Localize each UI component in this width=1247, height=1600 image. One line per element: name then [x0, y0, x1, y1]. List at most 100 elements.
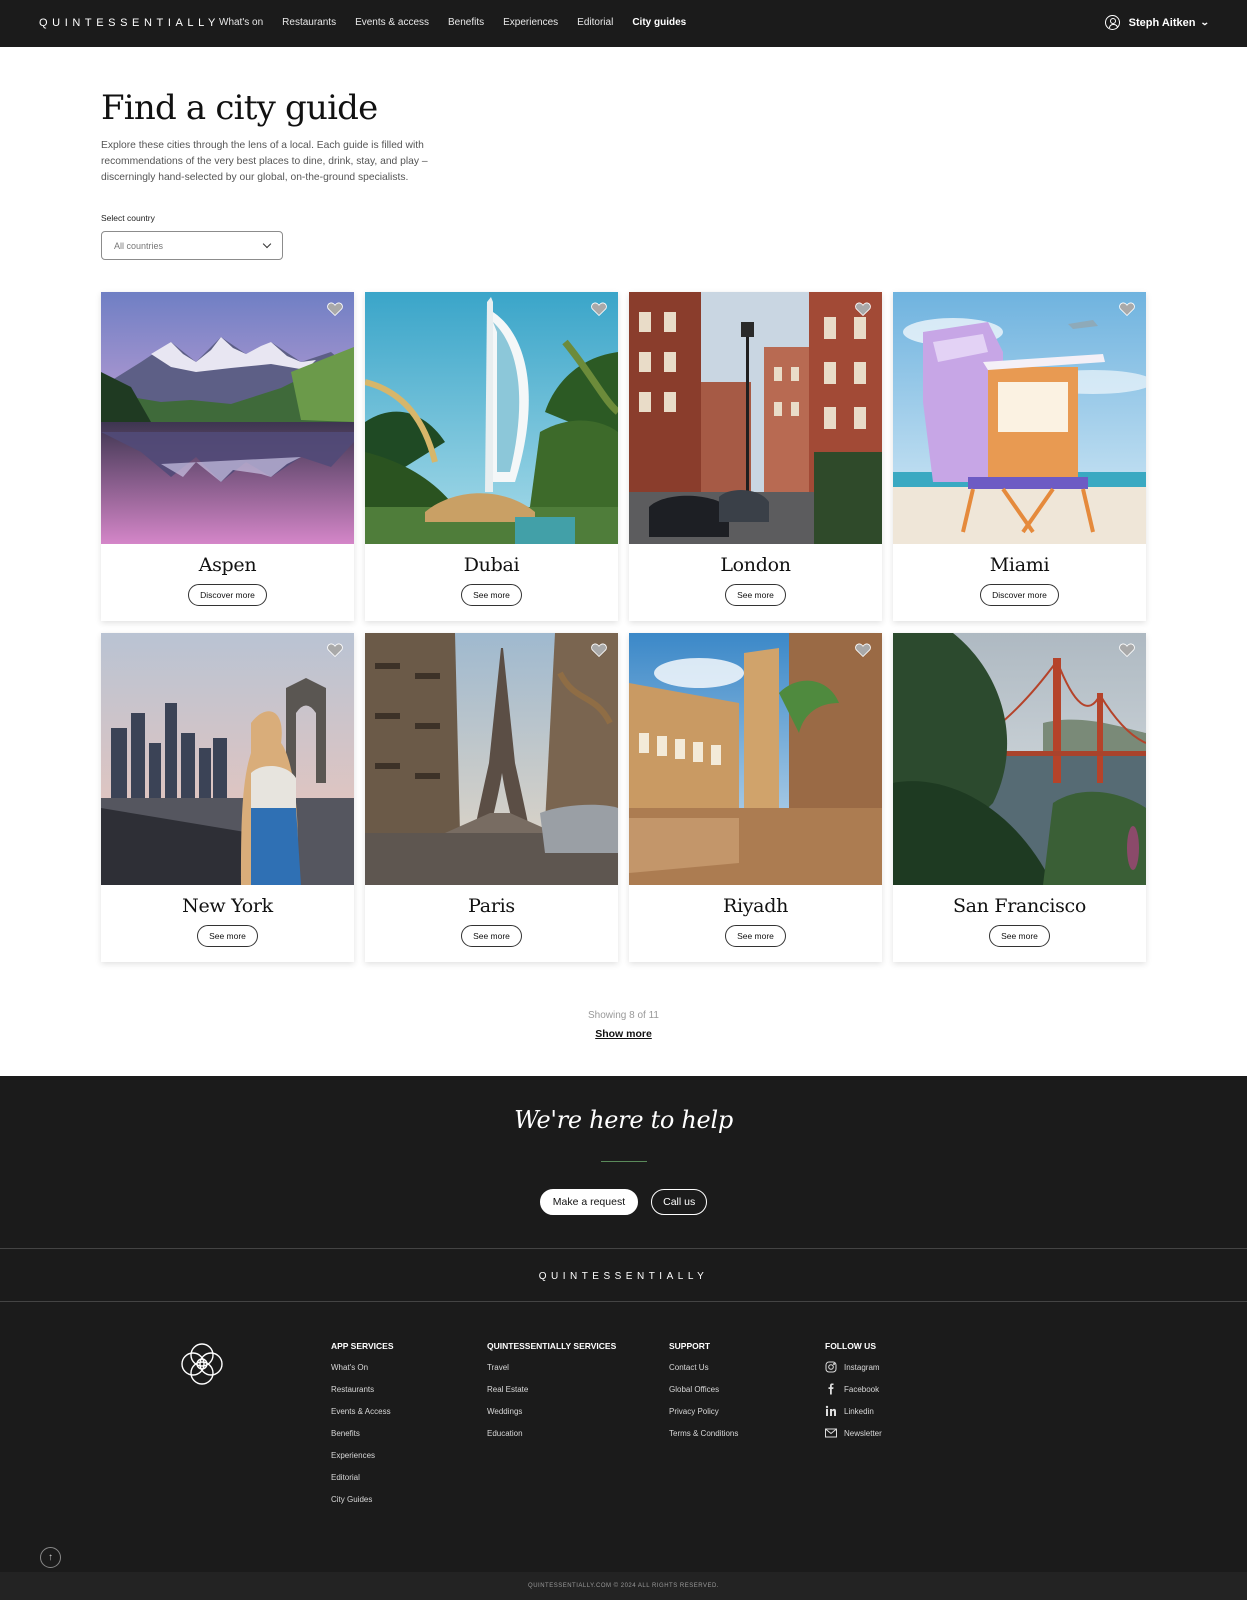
arrow-up-icon: ↑: [48, 1552, 53, 1563]
footer-link-facebook[interactable]: Facebook: [825, 1383, 882, 1407]
footer-heading: FOLLOW US: [825, 1341, 876, 1351]
city-image-aspen: [101, 292, 354, 544]
footer-link-instagram[interactable]: Instagram: [825, 1361, 882, 1385]
footer: QUINTESSENTIALLY APP SERVICES What's On …: [0, 1248, 1247, 1600]
user-menu[interactable]: Steph Aitken ⌄: [1104, 15, 1211, 30]
heart-icon[interactable]: [855, 643, 871, 657]
chevron-down-icon: [262, 239, 272, 249]
heart-icon[interactable]: [855, 302, 871, 316]
heart-icon[interactable]: [327, 643, 343, 657]
footer-link-editorial[interactable]: Editorial: [331, 1473, 394, 1495]
call-us-button[interactable]: Call us: [651, 1189, 708, 1215]
city-image-miami: [893, 292, 1146, 544]
city-image-riyadh: [629, 633, 882, 885]
city-image-san-francisco: [893, 633, 1146, 885]
nav-link-city-guides[interactable]: City guides: [632, 17, 686, 28]
footer-link-global-offices[interactable]: Global Offices: [669, 1385, 738, 1407]
city-name: Dubai: [463, 554, 520, 576]
city-card-san-francisco[interactable]: San Francisco See more: [893, 633, 1146, 962]
linkedin-icon: [825, 1405, 836, 1416]
country-select-label: Select country: [101, 213, 155, 223]
city-card-riyadh[interactable]: Riyadh See more: [629, 633, 882, 962]
footer-link-contact-us[interactable]: Contact Us: [669, 1363, 738, 1385]
footer-column-quintessentially-services: QUINTESSENTIALLY SERVICES Travel Real Es…: [487, 1341, 616, 1451]
see-more-button[interactable]: See more: [725, 925, 786, 947]
nav-link-whats-on[interactable]: What's on: [219, 17, 263, 28]
see-more-button[interactable]: See more: [725, 584, 786, 606]
country-select[interactable]: All countries: [101, 231, 283, 260]
city-name: Paris: [468, 895, 515, 917]
heart-icon[interactable]: [327, 302, 343, 316]
footer-link-city-guides[interactable]: City Guides: [331, 1495, 394, 1517]
city-image-new-york: [101, 633, 354, 885]
city-image-paris: [365, 633, 618, 885]
footer-link-newsletter[interactable]: Newsletter: [825, 1428, 882, 1451]
footer-heading: SUPPORT: [669, 1341, 711, 1351]
make-request-button[interactable]: Make a request: [539, 1189, 639, 1215]
city-card-paris[interactable]: Paris See more: [365, 633, 618, 962]
city-guide-grid: Aspen Discover more Dubai See more Londo…: [101, 292, 1146, 962]
city-card-new-york[interactable]: New York See more: [101, 633, 354, 962]
city-image-london: [629, 292, 882, 544]
nav-links: What's on Restaurants Events & access Be…: [219, 17, 705, 28]
page-intro: Explore these cities through the lens of…: [101, 140, 428, 183]
help-title: We're here to help: [514, 1106, 733, 1134]
pagination-count: Showing 8 of 11: [588, 1010, 659, 1021]
see-more-button[interactable]: See more: [461, 925, 522, 947]
footer-link-whats-on[interactable]: What's On: [331, 1363, 394, 1385]
city-card-miami[interactable]: Miami Discover more: [893, 292, 1146, 621]
nav-link-editorial[interactable]: Editorial: [577, 17, 613, 28]
city-card-dubai[interactable]: Dubai See more: [365, 292, 618, 621]
footer-link-real-estate[interactable]: Real Estate: [487, 1385, 616, 1407]
footer-column-support: SUPPORT Contact Us Global Offices Privac…: [669, 1341, 738, 1451]
help-actions: Make a request Call us: [0, 1189, 1247, 1215]
city-name: Aspen: [198, 554, 257, 576]
discover-more-button[interactable]: Discover more: [980, 584, 1059, 606]
footer-link-experiences[interactable]: Experiences: [331, 1451, 394, 1473]
footer-column-app-services: APP SERVICES What's On Restaurants Event…: [331, 1341, 394, 1517]
footer-link-label: Linkedin: [844, 1407, 874, 1416]
footer-link-events-access[interactable]: Events & Access: [331, 1407, 394, 1429]
heart-icon[interactable]: [1119, 643, 1135, 657]
nav-link-restaurants[interactable]: Restaurants: [282, 17, 336, 28]
back-to-top-button[interactable]: ↑: [40, 1547, 61, 1568]
facebook-icon: [828, 1383, 834, 1395]
footer-link-privacy-policy[interactable]: Privacy Policy: [669, 1407, 738, 1429]
show-more-link[interactable]: Show more: [0, 1028, 1247, 1040]
see-more-button[interactable]: See more: [989, 925, 1050, 947]
footer-link-travel[interactable]: Travel: [487, 1363, 616, 1385]
copyright: QUINTESSENTIALLY.COM © 2024 ALL RIGHTS R…: [0, 1572, 1247, 1600]
divider: [0, 1301, 1247, 1302]
see-more-button[interactable]: See more: [197, 925, 258, 947]
heart-icon[interactable]: [591, 302, 607, 316]
brand-logo[interactable]: QUINTESSENTIALLY: [39, 17, 220, 29]
footer-link-education[interactable]: Education: [487, 1429, 616, 1451]
footer-link-terms-conditions[interactable]: Terms & Conditions: [669, 1429, 738, 1451]
footer-link-label: Newsletter: [844, 1429, 882, 1438]
city-card-aspen[interactable]: Aspen Discover more: [101, 292, 354, 621]
city-card-london[interactable]: London See more: [629, 292, 882, 621]
footer-link-weddings[interactable]: Weddings: [487, 1407, 616, 1429]
chevron-down-icon: ⌄: [1200, 17, 1211, 27]
knot-logo-icon: [181, 1343, 223, 1385]
footer-link-restaurants[interactable]: Restaurants: [331, 1385, 394, 1407]
country-select-value: All countries: [114, 240, 164, 251]
see-more-button[interactable]: See more: [461, 584, 522, 606]
nav-link-benefits[interactable]: Benefits: [448, 17, 484, 28]
nav-link-events-access[interactable]: Events & access: [355, 17, 429, 28]
footer-link-linkedin[interactable]: Linkedin: [825, 1405, 882, 1429]
heart-icon[interactable]: [1119, 302, 1135, 316]
nav-link-experiences[interactable]: Experiences: [503, 17, 558, 28]
top-navigation: QUINTESSENTIALLY What's on Restaurants E…: [0, 0, 1247, 47]
heart-icon[interactable]: [591, 643, 607, 657]
footer-heading: QUINTESSENTIALLY SERVICES: [487, 1341, 617, 1351]
user-name: Steph Aitken: [1128, 16, 1196, 29]
divider: [601, 1161, 647, 1162]
discover-more-button[interactable]: Discover more: [188, 584, 267, 606]
city-image-dubai: [365, 292, 618, 544]
footer-column-follow-us: FOLLOW US Instagram Facebook Linkedin Ne…: [825, 1341, 882, 1451]
footer-link-benefits[interactable]: Benefits: [331, 1429, 394, 1451]
instagram-icon: [825, 1361, 837, 1373]
page-title: Find a city guide: [101, 88, 378, 128]
city-name: New York: [182, 895, 273, 917]
